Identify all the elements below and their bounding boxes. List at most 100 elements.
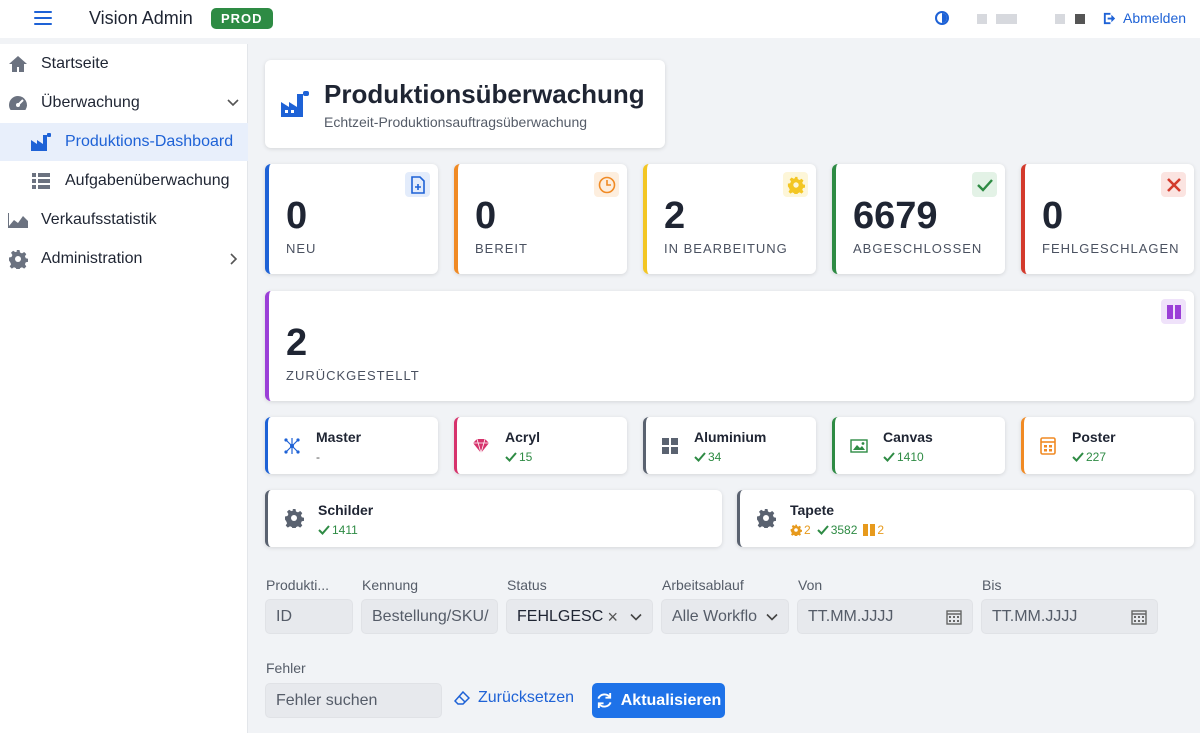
- factory-icon: [30, 131, 52, 153]
- done-count: 15: [505, 450, 532, 464]
- gear-icon: [790, 524, 802, 536]
- input-placeholder: TT.MM.JJJJ: [992, 607, 1078, 625]
- chevron-down-icon: [630, 613, 642, 621]
- calendar-icon[interactable]: [1131, 609, 1147, 625]
- product-card-aluminium[interactable]: Aluminium 34: [643, 417, 816, 474]
- product-name: Master: [316, 429, 362, 445]
- poster-icon: [1038, 436, 1058, 456]
- logout-button[interactable]: Abmelden: [1102, 10, 1186, 26]
- processing-value: 2: [804, 523, 811, 537]
- list-icon: [30, 170, 52, 192]
- done-value: 1410: [897, 450, 924, 464]
- product-meta: 1410: [883, 450, 924, 464]
- reset-label: Zurücksetzen: [478, 689, 575, 706]
- sidebar-item-label: Aufgabenüberwachung: [65, 172, 230, 189]
- done-count: 3582: [816, 523, 858, 537]
- page-subtitle: Echtzeit-Produktionsauftragsüberwachung: [324, 114, 588, 130]
- sidebar-item-aufgabenueberwachung[interactable]: Aufgabenüberwachung: [0, 162, 248, 200]
- check-icon: [694, 452, 706, 462]
- done-count: 1411: [318, 523, 358, 537]
- menu-toggle-icon[interactable]: [34, 11, 52, 27]
- stat-label: BEREIT: [475, 241, 528, 256]
- gear-icon: [756, 508, 776, 528]
- network-icon: [282, 436, 302, 456]
- stat-card-in-bearbeitung[interactable]: 2 IN BEARBEITUNG: [643, 164, 816, 274]
- app-title: Vision Admin: [89, 8, 193, 28]
- product-card-tapete[interactable]: Tapete 2 3582 2: [737, 490, 1194, 547]
- product-meta: -: [316, 450, 320, 464]
- select-value: Alle Workflo: [672, 607, 758, 625]
- kennung-input[interactable]: Bestellung/SKU/: [361, 599, 498, 634]
- refresh-label: Aktualisieren: [620, 691, 722, 709]
- filter-label-fehler: Fehler: [266, 660, 306, 676]
- stat-card-abgeschlossen[interactable]: 6679 ABGESCHLOSSEN: [832, 164, 1005, 274]
- input-placeholder: TT.MM.JJJJ: [808, 607, 894, 625]
- input-placeholder: Bestellung/SKU/: [372, 607, 489, 625]
- product-card-canvas[interactable]: Canvas 1410: [832, 417, 1005, 474]
- done-value: 3582: [830, 523, 858, 537]
- product-meta: 15: [505, 450, 532, 464]
- clear-icon[interactable]: ×: [607, 607, 618, 628]
- product-meta: 1411: [318, 523, 358, 537]
- check-icon: [1072, 452, 1084, 462]
- product-name: Poster: [1072, 429, 1116, 445]
- eraser-icon: [454, 691, 470, 705]
- stat-card-fehlgeschlagen[interactable]: 0 FEHLGESCHLAGEN: [1021, 164, 1194, 274]
- stat-card-zurueckgestellt[interactable]: 2 ZURÜCKGESTELLT: [265, 291, 1194, 401]
- stat-card-neu[interactable]: 0 NEU: [265, 164, 438, 274]
- redacted-block: [1055, 14, 1065, 24]
- product-card-poster[interactable]: Poster 227: [1021, 417, 1194, 474]
- top-bar: Vision Admin PROD Abmelden: [0, 0, 1200, 38]
- sidebar-item-label: Startseite: [41, 55, 109, 72]
- stat-card-bereit[interactable]: 0 BEREIT: [454, 164, 627, 274]
- product-card-schilder[interactable]: Schilder 1411: [265, 490, 722, 547]
- filter-label-id: Produkti...: [266, 577, 330, 593]
- gear-icon: [284, 508, 304, 528]
- stat-value: 0: [475, 195, 497, 237]
- product-card-acryl[interactable]: Acryl 15: [454, 417, 627, 474]
- dashboard-gauge-icon: [7, 92, 29, 114]
- sidebar-item-startseite[interactable]: Startseite: [0, 45, 248, 83]
- chevron-right-icon: [230, 253, 238, 265]
- done-count: 227: [1072, 450, 1106, 464]
- image-icon: [849, 436, 869, 456]
- status-select[interactable]: FEHLGESC ×: [506, 599, 653, 634]
- home-icon: [7, 53, 29, 75]
- chevron-down-icon: [766, 613, 778, 621]
- sidebar-item-verkaufsstatistik[interactable]: Verkaufsstatistik: [0, 201, 248, 239]
- product-name: Schilder: [318, 502, 374, 518]
- fehler-search-input[interactable]: Fehler suchen: [265, 683, 442, 718]
- check-icon: [505, 452, 517, 462]
- product-card-master[interactable]: Master -: [265, 417, 438, 474]
- sidebar-item-administration[interactable]: Administration: [0, 240, 248, 278]
- redacted-block: [996, 14, 1017, 24]
- theme-toggle-icon[interactable]: [935, 11, 949, 25]
- workflow-select[interactable]: Alle Workflo: [661, 599, 789, 634]
- stat-label: NEU: [286, 241, 317, 256]
- redacted-block: [1075, 14, 1085, 24]
- environment-badge: PROD: [211, 8, 273, 29]
- product-meta: 34: [694, 450, 721, 464]
- refresh-button[interactable]: Aktualisieren: [592, 683, 725, 718]
- bis-date-input[interactable]: TT.MM.JJJJ: [981, 599, 1158, 634]
- calendar-icon[interactable]: [946, 609, 962, 625]
- von-date-input[interactable]: TT.MM.JJJJ: [797, 599, 973, 634]
- sidebar-item-ueberwachung[interactable]: Überwachung: [0, 84, 248, 122]
- stat-label: IN BEARBEITUNG: [664, 241, 788, 256]
- sidebar-item-produktions-dashboard[interactable]: Produktions-Dashboard: [0, 123, 248, 161]
- filter-label-arbeitsablauf: Arbeitsablauf: [662, 577, 744, 593]
- sidebar-item-label: Administration: [41, 250, 143, 267]
- input-placeholder: Fehler suchen: [276, 691, 378, 709]
- filter-label-bis: Bis: [982, 577, 1002, 593]
- new-file-icon: [405, 172, 430, 197]
- pause-icon: [863, 524, 876, 536]
- done-value: 15: [519, 450, 533, 464]
- product-meta: 227: [1072, 450, 1106, 464]
- id-input[interactable]: ID: [265, 599, 353, 634]
- product-meta: 2 3582 2: [790, 523, 884, 537]
- factory-icon: [281, 91, 309, 117]
- reset-button[interactable]: Zurücksetzen: [454, 689, 574, 707]
- done-value: 227: [1086, 450, 1107, 464]
- stat-value: 0: [1042, 195, 1064, 237]
- logout-label: Abmelden: [1123, 10, 1187, 26]
